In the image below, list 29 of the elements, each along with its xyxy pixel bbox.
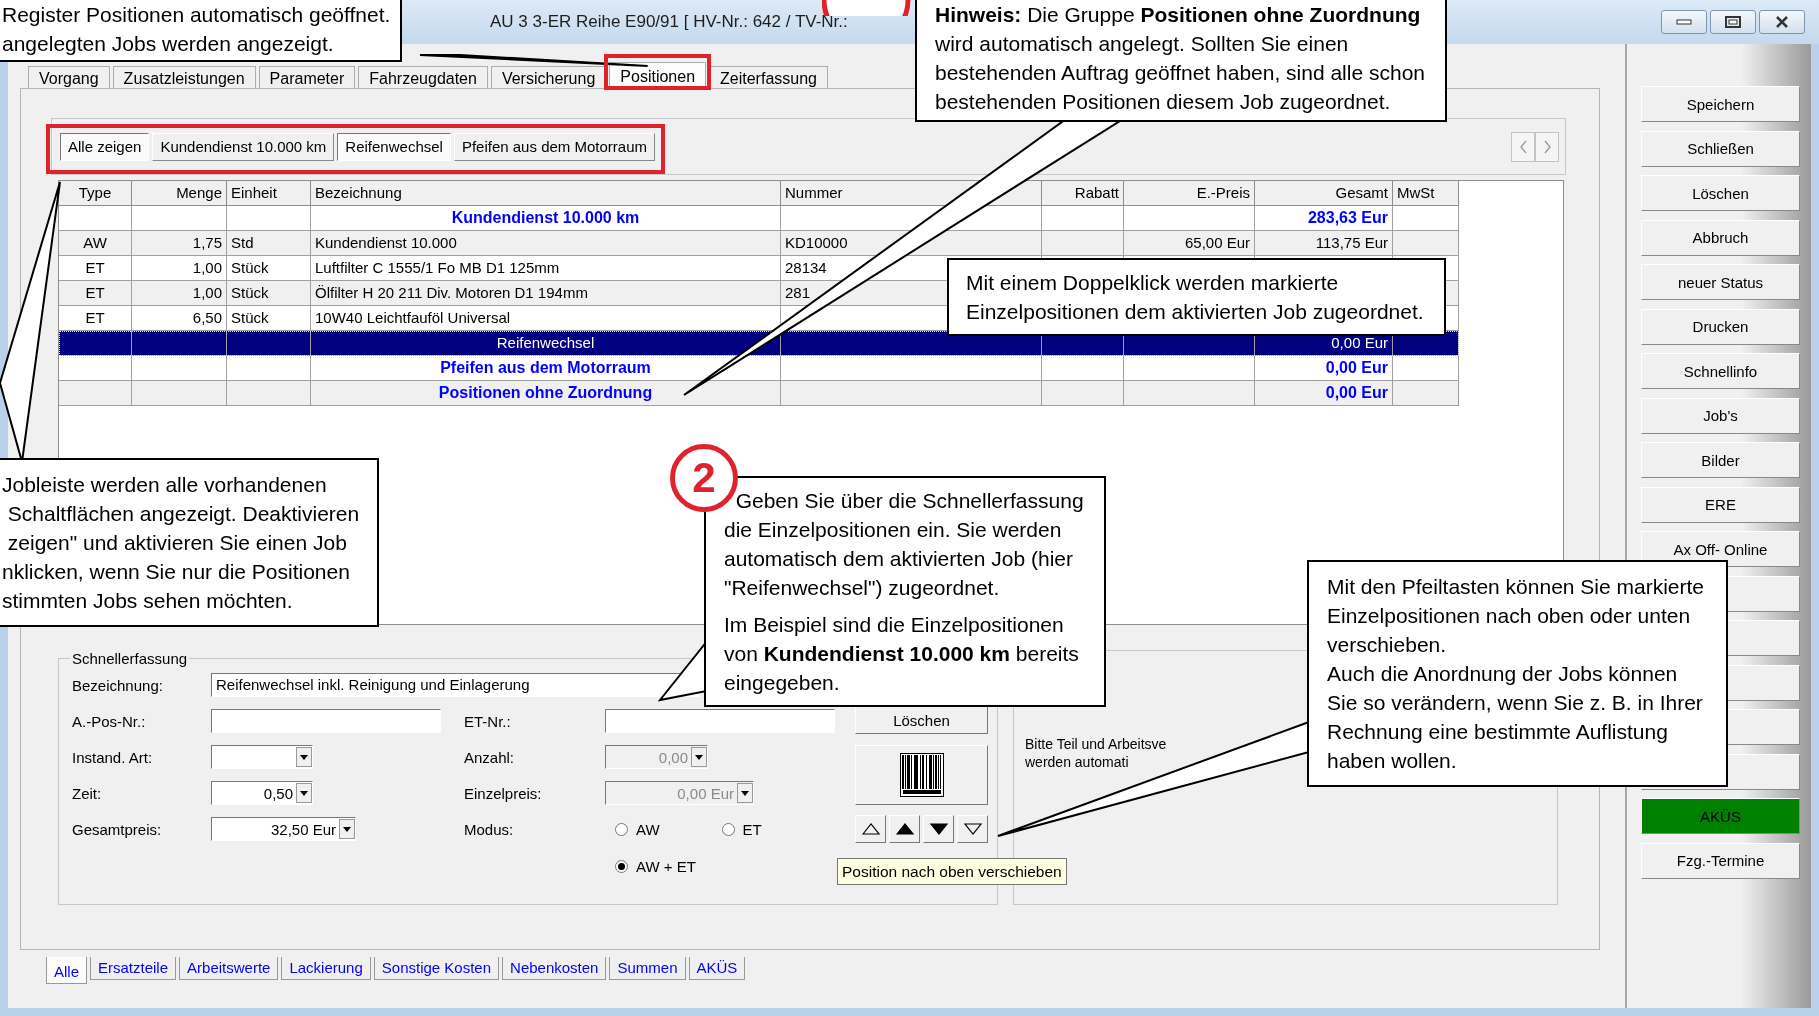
table-cell: ET [59,281,132,306]
table-cell: 113,75 Eur [1255,231,1393,256]
field-label: Modus: [464,820,515,838]
table-cell: 0,00 Eur [1255,381,1393,406]
window-title: AU 3 3-ER Reihe E90/91 [ HV-Nr.: 642 / TV-Nr.: [490,12,848,32]
field-label: Einzelpreis: [464,784,543,802]
table-cell: Stück [227,281,311,306]
field-label: Bezeichnung: [72,676,164,694]
callout-text: Im Beispiel sind die Einzelpositionen von Kundendienst 10.000 km bereits eingegeben. [724,612,1080,696]
table-cell: Std [227,231,311,256]
table-cell: 1,75 [132,231,227,256]
callout-text: Register Positionen automatisch geöffnet. angelegten Jobs werden angezeigt. [2,2,391,57]
table-cell: Ölfilter H 20 211 Div. Motoren D1 194mm [311,281,781,306]
group-title: Schnellerfassung [71,650,189,667]
callout-text: Hinweis: Die Gruppe Positionen ohne Zuordnung wird automatisch angelegt. Sollten Sie einen bestehenden Auftrag geöffnet haben, sind alle schon bestehenden Positionen diesem Job zugeordnet. [935,2,1425,115]
field-label: Zeit: [72,784,103,802]
table-cell: Kundendienst 10.000 [311,231,781,256]
callout-text: Mit den Pfeiltasten können Sie markierte Einzelpositionen nach oben oder unten verschieben. Auch die Anordnung der Jobs können Sie so verändern, wenn Sie z. B. in Ihrer Rechnung eine bestimmte Auflistung haben wollen. [1327,574,1705,774]
field-label: Instand. Art: [72,748,154,766]
tooltip: Position nach oben verschieben [837,858,1067,885]
hint-text: Bitte Teil und Arbeitsve werden automati [1025,735,1167,771]
table-cell: AW [59,231,132,256]
field-label: Anzahl: [464,748,516,766]
field-label: ET-Nr.: [464,712,512,730]
callout-text: Jobleiste werden alle vorhandenen Schaltflächen angezeigt. Deaktivieren zeigen" und aktivieren Sie einen Job nklicken, wenn Sie nur die Positionen stimmten Jobs sehen möchten. [2,472,360,614]
table-cell: 1,00 [132,281,227,306]
table-cell: 65,00 Eur [1124,231,1255,256]
field-label: A.-Pos-Nr.: [72,712,147,730]
field-label: Gesamtpreis: [72,820,163,838]
